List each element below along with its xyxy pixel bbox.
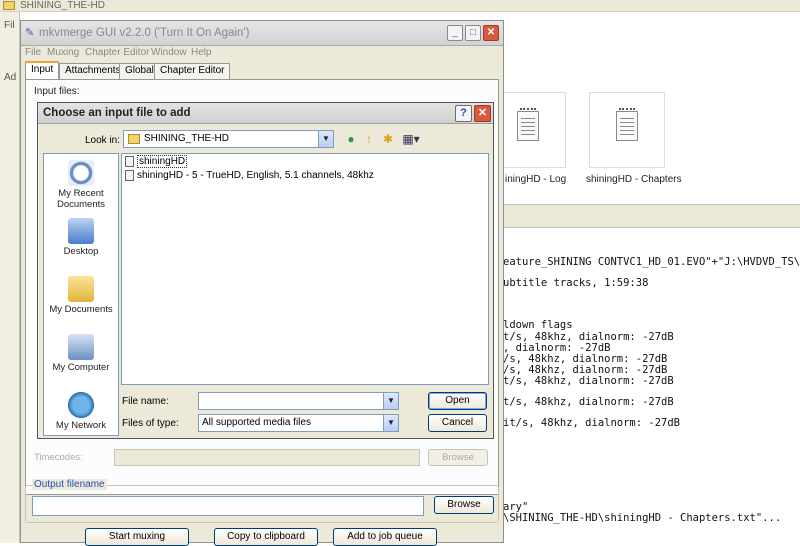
input-files-label: Input files: xyxy=(34,86,80,97)
output-filename-legend: Output filename xyxy=(32,479,107,490)
log-line: t/s, 48khz, dialnorm: -27dB xyxy=(503,396,674,408)
place-label: Desktop xyxy=(63,246,99,257)
file-type-select[interactable]: All supported media files ▼ xyxy=(198,414,399,432)
help-button[interactable]: ? xyxy=(455,105,472,122)
file-list[interactable]: shiningHD shiningHD - 5 - TrueHD, Englis… xyxy=(121,153,489,385)
file-name-label: File name: xyxy=(122,396,169,407)
place-my-network[interactable]: My Network xyxy=(44,392,118,431)
text-document-icon xyxy=(517,111,539,141)
log-line: eature_SHINING CONTVC1_HD_01.EVO"+"J:\HV… xyxy=(503,256,800,268)
mkvmerge-app-icon: ✎ xyxy=(25,27,35,39)
place-label: My Documents xyxy=(49,304,113,315)
back-icon[interactable]: ● xyxy=(344,133,358,146)
dialog-close-button[interactable]: ✕ xyxy=(474,105,491,122)
minimize-button[interactable]: _ xyxy=(447,25,463,41)
my-computer-icon xyxy=(68,334,94,360)
explorer-address-fragment: Ad xyxy=(4,72,17,83)
file-name: shiningHD - 5 - TrueHD, English, 5.1 cha… xyxy=(137,170,374,182)
media-file-icon xyxy=(125,170,134,181)
log-line: \SHINING_THE-HD\shiningHD - Chapters.txt… xyxy=(503,512,782,524)
file-type-label: Files of type: xyxy=(122,418,179,429)
list-item[interactable]: shiningHD - 5 - TrueHD, English, 5.1 cha… xyxy=(125,170,374,183)
timecodes-input xyxy=(114,449,420,466)
dialog-title-bar[interactable]: Choose an input file to add ? ✕ xyxy=(38,103,493,124)
chevron-down-icon[interactable]: ▼ xyxy=(383,415,398,431)
cancel-button[interactable]: Cancel xyxy=(428,414,487,432)
explorer-title-bar: SHINING_THE-HD xyxy=(0,0,800,12)
menu-window[interactable]: Window xyxy=(151,47,187,58)
log-line: it/s, 48khz, dialnorm: -27dB xyxy=(503,417,681,429)
place-my-computer[interactable]: My Computer xyxy=(44,334,118,373)
open-file-dialog: Choose an input file to add ? ✕ Look in:… xyxy=(37,102,494,439)
tab-input[interactable]: Input xyxy=(25,61,60,79)
place-label: My Recent Documents xyxy=(56,188,106,210)
look-in-label: Look in: xyxy=(85,135,121,146)
new-folder-icon[interactable]: ✱ xyxy=(381,133,395,146)
copy-to-clipboard-button[interactable]: Copy to clipboard xyxy=(214,528,318,546)
file-name: shiningHD xyxy=(137,155,188,169)
mkvmerge-title: mkvmerge GUI v2.2.0 ('Turn It On Again') xyxy=(39,27,250,39)
folder-icon xyxy=(3,1,15,10)
list-item[interactable]: shiningHD xyxy=(125,155,188,169)
menu-muxing[interactable]: Muxing xyxy=(47,47,79,58)
explorer-pane-divider[interactable] xyxy=(503,204,800,228)
folder-icon xyxy=(128,134,140,144)
start-muxing-button[interactable]: Start muxing xyxy=(85,528,189,546)
open-button[interactable]: Open xyxy=(428,392,487,410)
place-desktop[interactable]: Desktop xyxy=(44,218,118,257)
explorer-left-pane: Fil Ad xyxy=(0,12,20,543)
explorer-title: SHINING_THE-HD xyxy=(20,0,106,11)
output-filename-input[interactable] xyxy=(32,496,424,516)
close-button[interactable]: ✕ xyxy=(483,25,499,41)
timecodes-browse-button: Browse xyxy=(428,449,488,466)
timecodes-label: Timecodes: xyxy=(34,452,83,463)
desktop-icon xyxy=(68,218,94,244)
place-my-documents[interactable]: My Documents xyxy=(44,276,118,315)
place-label: My Network xyxy=(55,420,107,431)
chevron-down-icon[interactable]: ▼ xyxy=(318,131,333,147)
place-label: My Computer xyxy=(52,362,110,373)
text-document-icon xyxy=(616,111,638,141)
look-in-value: SHINING_THE-HD xyxy=(144,133,230,144)
places-bar: My Recent Documents Desktop My Documents… xyxy=(43,153,119,436)
file-thumbnail-chapters[interactable] xyxy=(589,92,665,168)
file-caption-chapters[interactable]: shiningHD - Chapters xyxy=(586,174,682,185)
menu-file[interactable]: File xyxy=(25,47,41,58)
my-documents-icon xyxy=(68,276,94,302)
recent-documents-icon xyxy=(68,160,94,186)
log-line: t/s, 48khz, dialnorm: -27dB xyxy=(503,375,674,387)
file-caption-log[interactable]: iningHD - Log xyxy=(505,174,566,185)
output-browse-button[interactable]: Browse xyxy=(434,496,494,514)
view-menu-icon[interactable]: ▦▾ xyxy=(401,133,421,146)
chevron-down-icon[interactable]: ▼ xyxy=(383,393,398,409)
place-my-recent-documents[interactable]: My Recent Documents xyxy=(44,160,118,210)
up-folder-icon[interactable]: ↑ xyxy=(362,133,376,146)
menu-chapter-editor[interactable]: Chapter Editor xyxy=(85,47,149,58)
dialog-title: Choose an input file to add xyxy=(43,107,191,119)
file-type-value: All supported media files xyxy=(202,417,311,428)
mkvmerge-title-bar[interactable]: ✎ mkvmerge GUI v2.2.0 ('Turn It On Again… xyxy=(21,21,503,46)
maximize-button[interactable]: □ xyxy=(465,25,481,41)
file-name-combo[interactable]: ▼ xyxy=(198,392,399,410)
tab-chapter-editor[interactable]: Chapter Editor xyxy=(154,63,231,79)
log-line: ubtitle tracks, 1:59:38 xyxy=(503,277,649,289)
my-network-icon xyxy=(68,392,94,418)
media-file-icon xyxy=(125,156,134,167)
explorer-menu-fragment: Fil xyxy=(4,20,15,31)
menu-help[interactable]: Help xyxy=(191,47,212,58)
tab-attachments[interactable]: Attachments xyxy=(59,63,127,79)
output-filename-group: Output filename Browse xyxy=(25,479,499,523)
look-in-dropdown[interactable]: SHINING_THE-HD ▼ xyxy=(123,130,334,148)
add-to-job-queue-button[interactable]: Add to job queue xyxy=(333,528,437,546)
log-line: ldown flags xyxy=(503,319,573,331)
menu-bar: File Muxing Chapter Editor Window Help xyxy=(21,46,503,61)
